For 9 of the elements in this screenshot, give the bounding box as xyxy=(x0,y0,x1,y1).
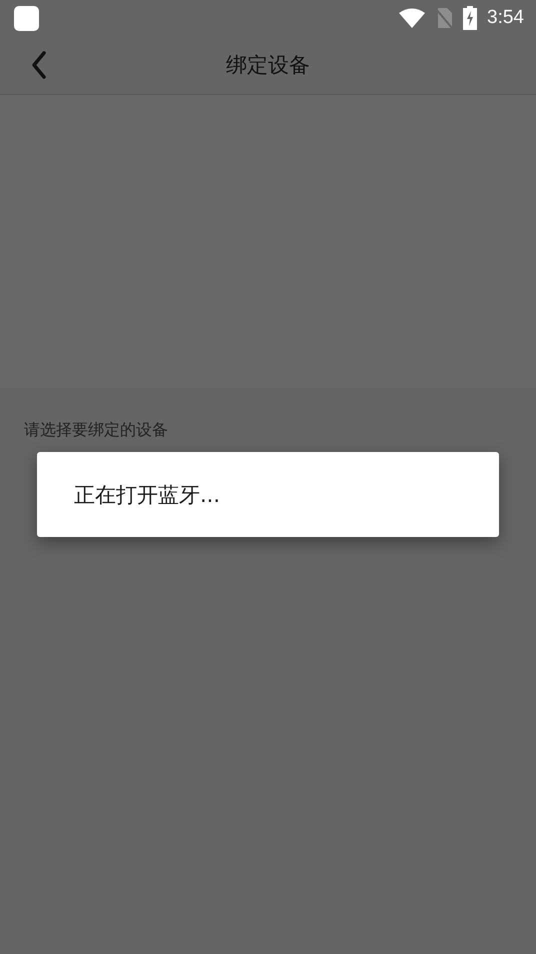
back-icon[interactable] xyxy=(31,50,47,80)
page-title: 绑定设备 xyxy=(226,52,310,79)
notification-icon xyxy=(14,6,39,30)
battery-charging-icon xyxy=(463,6,478,30)
section-label: 请选择要绑定的设备 xyxy=(23,419,168,441)
no-sim-icon xyxy=(435,7,454,29)
wifi-icon xyxy=(399,8,426,28)
status-time: 3:54 xyxy=(487,7,524,29)
dialog-message: 正在打开蓝牙... xyxy=(74,482,220,508)
